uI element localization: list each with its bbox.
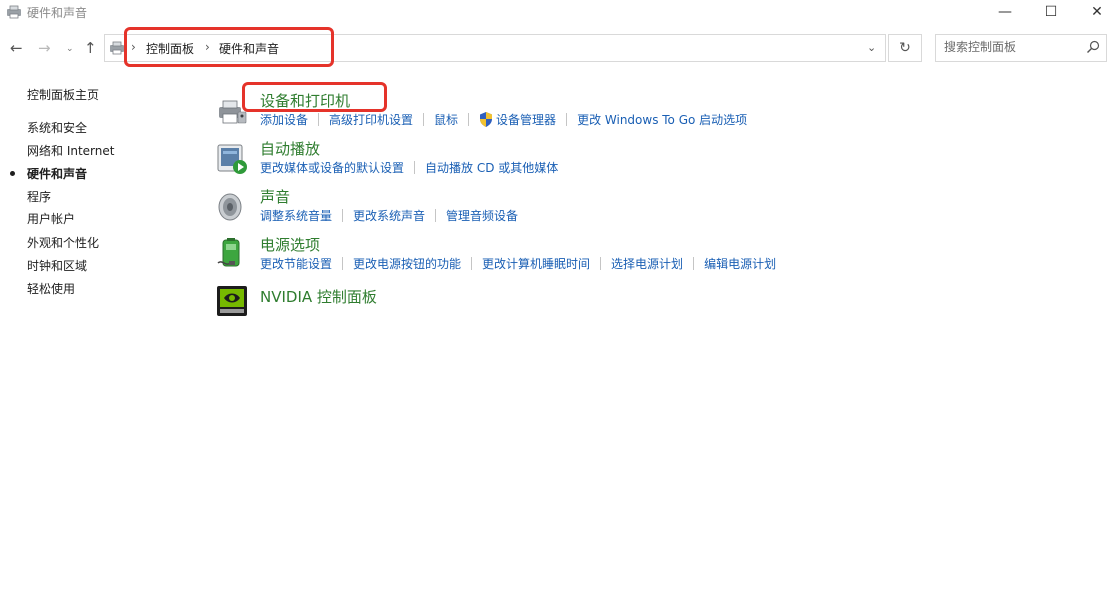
- link-change-system-sounds[interactable]: 更改系统声音: [353, 207, 425, 224]
- up-button[interactable]: ↑: [84, 39, 97, 57]
- category-title-nvidia[interactable]: NVIDIA 控制面板: [260, 286, 377, 307]
- forward-button[interactable]: →: [38, 39, 51, 57]
- link-device-manager[interactable]: 设备管理器: [496, 111, 556, 128]
- sidebar-item-system-security[interactable]: 系统和安全: [27, 119, 87, 136]
- link-sleep-time[interactable]: 更改计算机睡眠时间: [482, 255, 590, 272]
- search-input[interactable]: [944, 40, 1084, 54]
- refresh-button[interactable]: ↻: [888, 34, 922, 62]
- link-edit-power-plan[interactable]: 编辑电源计划: [704, 255, 776, 272]
- title-bar: 硬件和声音 — ☐ ✕: [0, 0, 1112, 26]
- sidebar-item-home[interactable]: 控制面板主页: [27, 86, 99, 103]
- link-divider: [693, 257, 695, 270]
- search-icon[interactable]: [1086, 40, 1100, 54]
- link-divider: [566, 113, 568, 126]
- maximize-button[interactable]: ☐: [1028, 0, 1074, 26]
- recent-locations-button[interactable]: ⌄: [66, 44, 74, 54]
- link-divider: [342, 209, 344, 222]
- back-button[interactable]: ←: [10, 39, 23, 57]
- autoplay-icon[interactable]: [216, 143, 248, 175]
- sidebar-item-network[interactable]: 网络和 Internet: [27, 142, 114, 159]
- link-power-button-function[interactable]: 更改电源按钮的功能: [353, 255, 461, 272]
- sidebar-item-programs[interactable]: 程序: [27, 188, 51, 205]
- annotation-box-breadcrumb: [124, 27, 334, 67]
- minimize-button[interactable]: —: [982, 0, 1028, 26]
- nvidia-icon[interactable]: [216, 285, 248, 317]
- link-mouse[interactable]: 鼠标: [434, 111, 458, 128]
- link-divider: [414, 161, 416, 174]
- category-title-power-options[interactable]: 电源选项: [260, 234, 320, 255]
- category-title-devices-printers[interactable]: 设备和打印机: [260, 90, 350, 111]
- power-options-links: 更改节能设置 更改电源按钮的功能 更改计算机睡眠时间 选择电源计划 编辑电源计划: [260, 255, 776, 272]
- sidebar-item-ease-of-access[interactable]: 轻松使用: [27, 280, 75, 297]
- sidebar-item-appearance[interactable]: 外观和个性化: [27, 234, 99, 251]
- link-divider: [468, 113, 470, 126]
- close-button[interactable]: ✕: [1074, 0, 1112, 26]
- window-title: 硬件和声音: [27, 6, 88, 20]
- link-divider: [471, 257, 473, 270]
- speaker-icon[interactable]: [216, 191, 248, 223]
- devices-printers-links: 添加设备 高级打印机设置 鼠标 设备管理器 更改 Windows To Go 启…: [260, 111, 747, 128]
- link-adjust-volume[interactable]: 调整系统音量: [260, 207, 332, 224]
- sound-links: 调整系统音量 更改系统声音 管理音频设备: [260, 207, 518, 224]
- link-add-device[interactable]: 添加设备: [260, 111, 308, 128]
- link-advanced-printer-setup[interactable]: 高级打印机设置: [329, 111, 413, 128]
- link-divider: [435, 209, 437, 222]
- search-box[interactable]: [935, 34, 1107, 62]
- link-divider: [318, 113, 320, 126]
- battery-icon[interactable]: [216, 237, 248, 269]
- link-manage-audio-devices[interactable]: 管理音频设备: [446, 207, 518, 224]
- category-title-sound[interactable]: 声音: [260, 186, 290, 207]
- link-windows-to-go[interactable]: 更改 Windows To Go 启动选项: [577, 111, 747, 128]
- uac-shield-icon: [480, 112, 493, 127]
- sidebar-item-clock-region[interactable]: 时钟和区域: [27, 257, 87, 274]
- link-change-default-media[interactable]: 更改媒体或设备的默认设置: [260, 159, 404, 176]
- link-change-power-saving[interactable]: 更改节能设置: [260, 255, 332, 272]
- control-panel-icon: [110, 41, 124, 55]
- address-dropdown-button[interactable]: ⌄: [867, 41, 876, 54]
- sidebar-item-hardware-sound[interactable]: 硬件和声音: [27, 165, 87, 182]
- link-divider: [423, 113, 425, 126]
- current-item-bullet: [10, 171, 15, 176]
- category-title-autoplay[interactable]: 自动播放: [260, 138, 320, 159]
- link-divider: [342, 257, 344, 270]
- control-panel-icon: [7, 5, 21, 19]
- link-choose-power-plan[interactable]: 选择电源计划: [611, 255, 683, 272]
- printer-icon[interactable]: [216, 95, 248, 127]
- sidebar-item-user-accounts[interactable]: 用户帐户: [27, 210, 75, 227]
- autoplay-links: 更改媒体或设备的默认设置 自动播放 CD 或其他媒体: [260, 159, 558, 176]
- link-autoplay-cd[interactable]: 自动播放 CD 或其他媒体: [425, 159, 558, 176]
- link-divider: [600, 257, 602, 270]
